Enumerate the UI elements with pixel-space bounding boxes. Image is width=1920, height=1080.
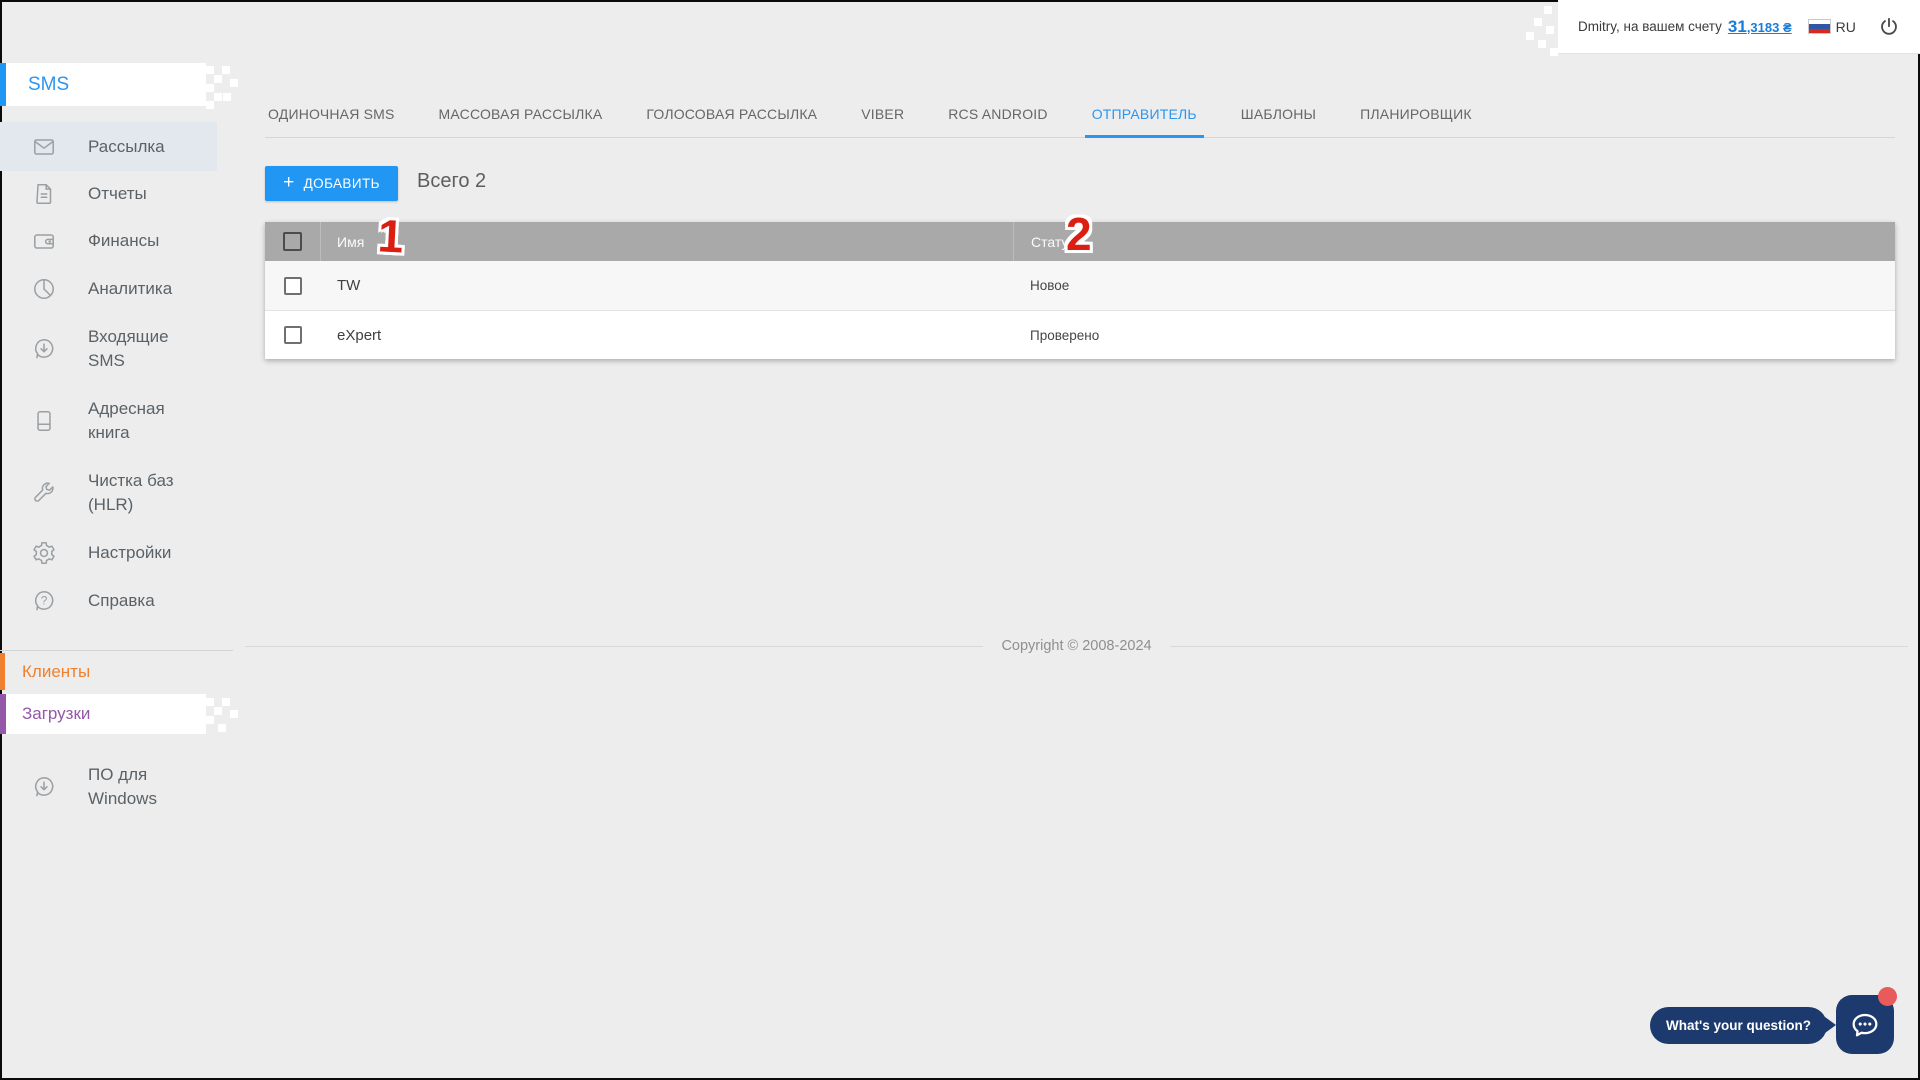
copyright-text: Copyright © 2008-2024 bbox=[1001, 638, 1151, 654]
sidebar-item-label: Отчеты bbox=[88, 182, 147, 206]
logout-button[interactable] bbox=[1878, 16, 1900, 38]
pixel-decoration bbox=[206, 698, 214, 706]
pie-chart-icon bbox=[31, 276, 57, 302]
pixel-decoration bbox=[206, 66, 214, 74]
balance-integer: 31 bbox=[1728, 17, 1747, 36]
footer-divider-left bbox=[245, 646, 983, 647]
sidebar-item-label: Настройки bbox=[88, 541, 171, 565]
add-sender-button[interactable]: + ДОБАВИТЬ bbox=[265, 166, 398, 201]
sidebar-item-label: Адресная bbox=[88, 397, 165, 421]
column-header-status: Статус bbox=[1013, 222, 1895, 261]
tab-shablony[interactable]: ШАБЛОНЫ bbox=[1238, 92, 1319, 137]
sidebar-item-label-line2: Windows bbox=[88, 787, 157, 811]
annotation-number-1: 1 bbox=[377, 212, 405, 259]
power-icon bbox=[1878, 16, 1900, 38]
svg-text:?: ? bbox=[41, 593, 48, 607]
russia-flag-icon bbox=[1808, 19, 1831, 34]
sidebar-item-finansy[interactable]: Финансы bbox=[0, 217, 217, 265]
sidebar-section-title: SMS bbox=[6, 74, 69, 96]
table-row: eXpert Проверено bbox=[265, 310, 1895, 359]
sidebar-item-nastroyki[interactable]: Настройки bbox=[0, 529, 217, 577]
chat-prompt-bubble[interactable]: What's your question? bbox=[1650, 1007, 1827, 1044]
app-root: Dmitry, на вашем счету 31,3183 ₴ RU SMS … bbox=[0, 0, 1920, 1080]
table-row: TW Новое bbox=[265, 261, 1895, 310]
sidebar-item-rassylka[interactable]: Рассылка bbox=[0, 122, 217, 171]
sidebar-item-label: Рассылка bbox=[88, 135, 165, 159]
tab-bar: ОДИНОЧНАЯ SMS МАССОВАЯ РАССЫЛКА ГОЛОСОВА… bbox=[265, 92, 1895, 138]
total-count: Всего 2 bbox=[417, 170, 486, 193]
tab-golosovaya-rassylka[interactable]: ГОЛОСОВАЯ РАССЫЛКА bbox=[643, 92, 820, 137]
row-checkbox[interactable] bbox=[284, 277, 302, 295]
sidebar-item-label: Справка bbox=[88, 589, 155, 613]
select-all-checkbox[interactable] bbox=[283, 232, 302, 251]
tab-rcs-android[interactable]: RCS ANDROID bbox=[945, 92, 1050, 137]
sender-name: eXpert bbox=[321, 327, 1013, 344]
sidebar-section-sms: SMS bbox=[0, 63, 206, 106]
chat-icon bbox=[1849, 1009, 1881, 1041]
sidebar-item-label: Чистка баз bbox=[88, 469, 174, 493]
sidebar-item-vhodyashchie-sms[interactable]: Входящие SMS bbox=[0, 318, 217, 380]
clients-label: Клиенты bbox=[5, 662, 90, 682]
table-header-checkbox-cell bbox=[265, 222, 321, 261]
tab-otpravitel[interactable]: ОТПРАВИТЕЛЬ bbox=[1089, 92, 1200, 137]
tab-viber[interactable]: VIBER bbox=[858, 92, 907, 137]
sidebar-item-po-dlya-windows[interactable]: ПО для Windows bbox=[0, 756, 217, 818]
sidebar-item-adresnaya-kniga[interactable]: Адресная книга bbox=[0, 390, 217, 452]
sidebar-item-label: Аналитика bbox=[88, 277, 172, 301]
wallet-icon bbox=[31, 228, 57, 254]
add-button-label: ДОБАВИТЬ bbox=[304, 176, 380, 191]
sidebar-item-otchety[interactable]: Отчеты bbox=[0, 171, 217, 217]
tab-odinochnaya-sms[interactable]: ОДИНОЧНАЯ SMS bbox=[265, 92, 398, 137]
sidebar-item-analitika[interactable]: Аналитика bbox=[0, 265, 217, 313]
language-selector[interactable]: RU bbox=[1808, 19, 1856, 35]
plus-icon: + bbox=[283, 172, 295, 194]
gear-icon bbox=[31, 540, 57, 566]
balance-link[interactable]: 31,3183 ₴ bbox=[1728, 17, 1792, 37]
sidebar-divider bbox=[0, 650, 233, 651]
download-icon bbox=[31, 774, 57, 800]
envelope-icon bbox=[31, 134, 57, 160]
topbar: Dmitry, на вашем счету 31,3183 ₴ RU bbox=[1558, 0, 1920, 54]
address-book-icon bbox=[31, 408, 57, 434]
balance-fraction: ,3183 ₴ bbox=[1747, 20, 1792, 35]
sidebar-item-label: Финансы bbox=[88, 229, 159, 253]
sidebar-item-label: ПО для bbox=[88, 763, 157, 787]
sidebar-item-label-line2: (HLR) bbox=[88, 493, 174, 517]
sidebar-item-spravka[interactable]: ? Справка bbox=[0, 577, 217, 625]
downloads-label: Загрузки bbox=[6, 704, 90, 724]
sidebar-item-label-line2: книга bbox=[88, 421, 165, 445]
column-header-name: Имя bbox=[321, 234, 1013, 250]
tab-planirovshchik[interactable]: ПЛАНИРОВЩИК bbox=[1357, 92, 1475, 137]
report-icon bbox=[31, 181, 57, 207]
sender-name: TW bbox=[321, 277, 1013, 294]
wrench-icon bbox=[31, 480, 57, 506]
tab-massovaya-rassylka[interactable]: МАССОВАЯ РАССЫЛКА bbox=[436, 92, 606, 137]
incoming-sms-icon bbox=[31, 336, 57, 362]
sender-status: Новое bbox=[1013, 261, 1895, 310]
question-icon: ? bbox=[31, 588, 57, 614]
language-code: RU bbox=[1836, 19, 1856, 35]
footer: Copyright © 2008-2024 bbox=[233, 638, 1920, 654]
annotation-number-2: 2 bbox=[1066, 211, 1092, 257]
sidebar-item-label: Входящие bbox=[88, 325, 169, 349]
account-balance-text: Dmitry, на вашем счету bbox=[1578, 19, 1722, 34]
sidebar-item-label-line2: SMS bbox=[88, 349, 169, 373]
sidebar-section-downloads[interactable]: Загрузки bbox=[0, 694, 206, 734]
sidebar-item-chistka-baz[interactable]: Чистка баз (HLR) bbox=[0, 462, 217, 524]
sidebar-section-clients[interactable]: Клиенты bbox=[0, 653, 217, 690]
row-checkbox[interactable] bbox=[284, 326, 302, 344]
footer-divider-right bbox=[1170, 646, 1908, 647]
sender-status: Проверено bbox=[1013, 311, 1895, 359]
chat-notification-dot bbox=[1878, 987, 1897, 1006]
pixel-decoration bbox=[1544, 6, 1552, 14]
